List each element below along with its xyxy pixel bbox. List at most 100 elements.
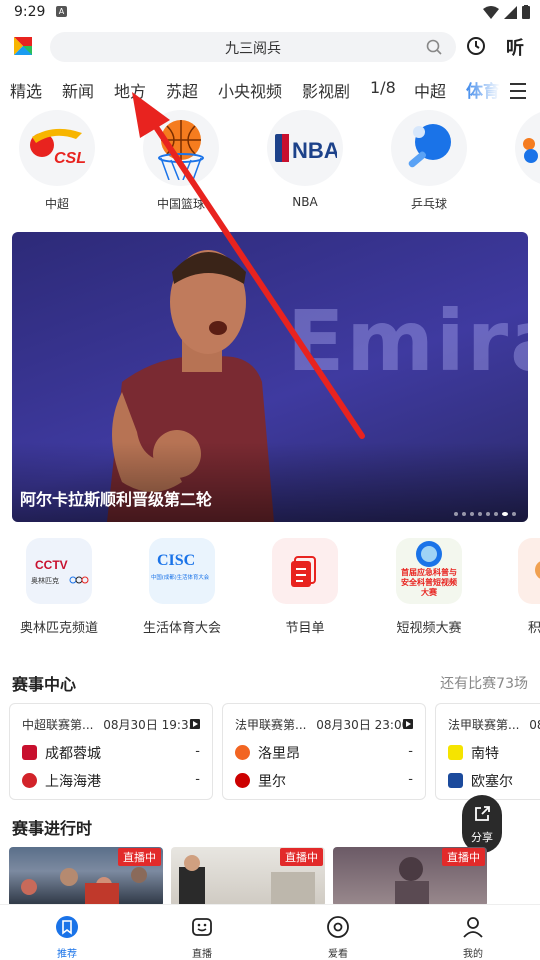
channel-label: 生活体育大会 xyxy=(142,621,221,636)
live-thumbnail[interactable]: 直播中 xyxy=(9,847,163,907)
match-center-more[interactable]: 还有比赛73场 xyxy=(440,673,528,693)
away-team: 上海海港 xyxy=(22,771,101,791)
home-score: - xyxy=(195,744,200,759)
pagination-dot xyxy=(454,512,458,516)
match-header: 中超联赛第... 08月30日 19:35 xyxy=(22,716,196,733)
team-name: 成都蓉城 xyxy=(45,746,101,762)
away-score: - xyxy=(195,772,200,787)
sport-label: NBA xyxy=(292,195,318,209)
search-icon[interactable] xyxy=(426,39,442,55)
channel-item-more[interactable]: 积 xyxy=(498,538,540,636)
channel-item-short-video[interactable]: 首届应急科普与安全科普短视频大赛 短视频大赛 xyxy=(374,538,484,636)
channel-logo-top: CISC xyxy=(157,552,195,569)
away-team: 欧塞尔 xyxy=(448,771,513,791)
history-icon[interactable] xyxy=(466,36,486,56)
search-bar[interactable]: 九三阅兵 xyxy=(50,32,456,62)
match-card[interactable]: 法甲联赛第... 08月30日 23:00 洛里昂 - 里尔 - xyxy=(222,703,426,800)
channel-label: 积 xyxy=(528,621,540,636)
banner-caption: 阿尔卡拉斯顺利晋级第二轮 xyxy=(20,490,213,509)
nav-watch[interactable]: 爱看 xyxy=(308,915,368,960)
pagination-dot xyxy=(502,512,508,516)
channel-item-program-list[interactable]: 节目单 xyxy=(250,538,360,636)
nav-label: 爱看 xyxy=(328,949,348,960)
tab-menu-icon[interactable] xyxy=(510,83,526,104)
match-time: 08月30日 19:35 xyxy=(103,718,197,732)
nav-live[interactable]: 直播 xyxy=(172,915,232,960)
pagination-dot xyxy=(494,512,498,516)
pagination-dot xyxy=(512,512,516,516)
live-thumbnail[interactable]: 直播中 xyxy=(171,847,325,907)
featured-banner[interactable]: Emira 阿尔卡拉斯顺利晋级第二轮 xyxy=(12,232,528,522)
table-tennis-icon xyxy=(408,124,451,168)
tab-csl[interactable]: 中超 xyxy=(414,78,446,102)
match-league: 法甲联赛第... xyxy=(235,718,307,732)
home-team: 南特 xyxy=(448,743,499,763)
nav-mine[interactable]: 我的 xyxy=(443,915,503,960)
nba-logo-icon: NBA xyxy=(275,134,337,163)
match-time: 08, xyxy=(529,718,540,732)
share-button[interactable]: 分享 xyxy=(462,795,502,853)
pagination-dot xyxy=(478,512,482,516)
tab-featured[interactable]: 精选 xyxy=(10,78,42,102)
banner-pagination xyxy=(454,512,516,516)
team-name: 欧塞尔 xyxy=(471,774,513,790)
top-header: 九三阅兵 听 xyxy=(0,26,540,68)
user-icon xyxy=(463,917,483,938)
channel-item-olympic[interactable]: CCTV 奥林匹克 奥林匹克频道 xyxy=(4,538,114,636)
match-card[interactable]: 法甲联赛第... 08, 南特 欧塞尔 xyxy=(435,703,540,800)
video-play-icon[interactable] xyxy=(403,719,413,729)
share-icon xyxy=(475,806,490,821)
listen-button[interactable]: 听 xyxy=(506,34,524,60)
channel-logo-bottom: 中国(成都)生活体育大会 xyxy=(151,573,210,581)
channel-label: 奥林匹克频道 xyxy=(19,621,98,636)
home-score: - xyxy=(408,744,413,759)
tab-drama[interactable]: 影视剧 xyxy=(302,78,350,102)
tab-local[interactable]: 地方 xyxy=(114,78,146,102)
video-play-icon[interactable] xyxy=(190,719,200,729)
sport-item-nba[interactable]: NBA NBA xyxy=(260,110,350,209)
app-logo-icon[interactable] xyxy=(12,35,34,57)
bottom-nav: 推荐 直播 爱看 我的 xyxy=(0,904,540,960)
team-badge-icon xyxy=(235,773,250,788)
pagination-dot xyxy=(470,512,474,516)
nba-logo-text: NBA xyxy=(292,138,337,163)
tab-news[interactable]: 新闻 xyxy=(62,78,94,102)
home-team: 成都蓉城 xyxy=(22,743,101,763)
more-channel-icon xyxy=(535,561,540,579)
program-list-icon xyxy=(291,556,316,587)
sport-item-csl[interactable]: CSL 中超 xyxy=(12,110,102,212)
team-name: 南特 xyxy=(471,746,499,762)
nav-label: 直播 xyxy=(192,949,212,960)
status-time: 9:29 xyxy=(14,4,46,20)
sport-item-table-tennis[interactable]: 乒乓球 xyxy=(384,110,474,212)
csl-logo-icon: CSL xyxy=(30,128,86,167)
nav-recommend[interactable]: 推荐 xyxy=(37,915,97,960)
play-circle-icon xyxy=(327,916,349,938)
live-thumbnail[interactable]: 直播中 xyxy=(333,847,487,907)
channel-shortcuts: CCTV 奥林匹克 奥林匹克频道 CISC 中国(成都)生活体育大会 生活体育大… xyxy=(0,538,540,648)
sport-item-china-basketball[interactable]: 中国篮球 xyxy=(136,110,226,212)
pagination-dot xyxy=(462,512,466,516)
sport-label: 乒乓球 xyxy=(410,197,447,211)
tab-fade xyxy=(460,72,500,106)
banner-shade xyxy=(12,442,528,522)
notification-icon: A xyxy=(56,6,67,17)
search-placeholder: 九三阅兵 xyxy=(225,41,281,57)
csl-logo-text: CSL xyxy=(54,150,86,167)
sport-item-more[interactable] xyxy=(508,110,540,186)
app-screen: 9:29 A 九三阅兵 听 精选 新闻 地方 苏超 小央视频 影视剧 1/8 中… xyxy=(0,0,540,960)
away-team: 里尔 xyxy=(235,771,286,791)
match-card[interactable]: 中超联赛第... 08月30日 19:35 成都蓉城 - 上海海港 - xyxy=(9,703,213,800)
tab-xiaoyang-video[interactable]: 小央视频 xyxy=(218,78,282,102)
channel-label: 短视频大赛 xyxy=(396,621,462,636)
pagination-dot xyxy=(486,512,490,516)
tab-su-league[interactable]: 苏超 xyxy=(166,78,198,102)
home-team: 洛里昂 xyxy=(235,743,300,763)
tab-round-16[interactable]: 1/8 xyxy=(370,78,396,97)
away-score: - xyxy=(408,772,413,787)
team-name: 洛里昂 xyxy=(258,746,300,762)
team-badge-icon xyxy=(22,745,37,760)
match-league: 法甲联赛第... xyxy=(448,718,520,732)
short-video-contest-logo-icon: 首届应急科普与安全科普短视频大赛 xyxy=(401,541,457,597)
channel-item-life-sports[interactable]: CISC 中国(成都)生活体育大会 生活体育大会 xyxy=(127,538,237,636)
